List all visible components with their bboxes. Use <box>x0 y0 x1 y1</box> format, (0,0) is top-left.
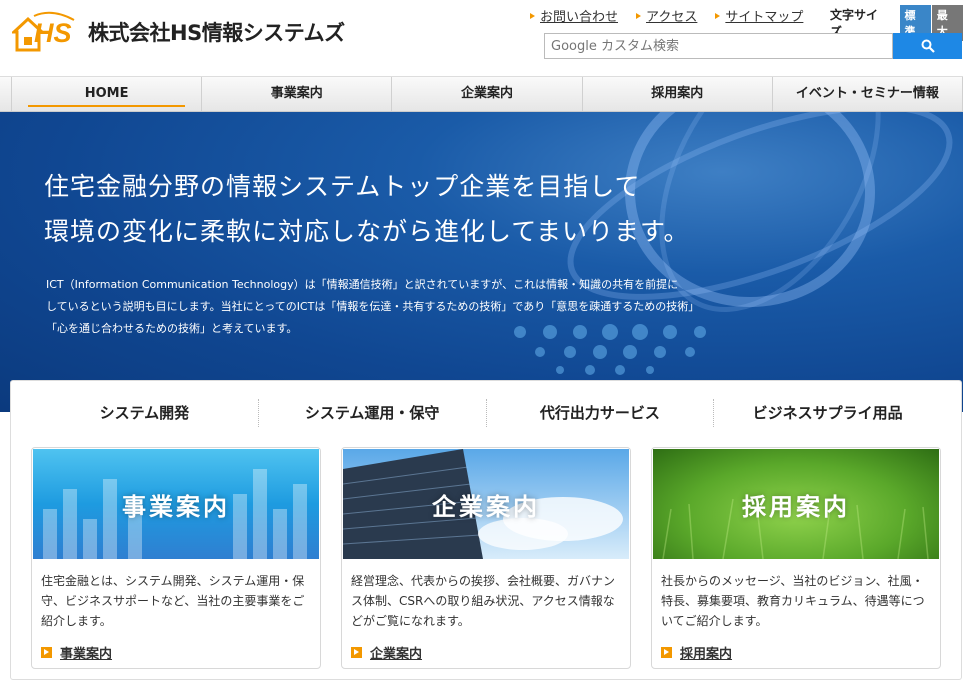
logo[interactable]: HS 株式会社HS情報システムズ <box>10 10 345 54</box>
service-output-agency[interactable]: 代行出力サービス <box>485 399 714 427</box>
nav-recruit[interactable]: 採用案内 <box>581 77 772 111</box>
logo-mark-text: HS <box>34 18 72 48</box>
service-menu: システム開発 システム運用・保守 代行出力サービス ビジネスサプライ用品 <box>31 399 941 427</box>
nav-company[interactable]: 企業案内 <box>391 77 581 111</box>
nav-home[interactable]: HOME <box>11 77 201 111</box>
search-button[interactable] <box>893 33 962 59</box>
hero-banner: 住宅金融分野の情報システムトップ企業を目指して 環境の変化に柔軟に対応しながら進… <box>0 112 963 412</box>
service-operation-maintenance[interactable]: システム運用・保守 <box>257 399 486 427</box>
card-image-label: 企業案内 <box>432 492 540 521</box>
card-image[interactable]: 事業案内 <box>33 449 319 559</box>
service-system-development[interactable]: システム開発 <box>31 399 258 427</box>
contact-link[interactable]: お問い合わせ <box>530 6 618 25</box>
main-content: システム開発 システム運用・保守 代行出力サービス ビジネスサプライ用品 事業案… <box>10 380 962 680</box>
card-link-company[interactable]: 企業案内 <box>343 643 629 662</box>
global-nav: HOME 事業案内 企業案内 採用案内 イベント・セミナー情報 <box>0 76 963 112</box>
card-image-label: 採用案内 <box>742 492 850 521</box>
card-image[interactable]: 企業案内 <box>343 449 629 559</box>
arrow-icon <box>715 12 721 19</box>
card-image[interactable]: 採用案内 <box>653 449 939 559</box>
card-description: 社長からのメッセージ、当社のビジョン、社風・特長、募集要項、教育カリキュラム、待… <box>661 574 925 628</box>
search-input[interactable] <box>544 33 893 59</box>
site-header: HS 株式会社HS情報システムズ お問い合わせ アクセス サイトマップ 文字サイ… <box>0 0 963 76</box>
search-icon <box>921 39 935 53</box>
hero-text-line: 「心を通じ合わせるための技術」と考えています。 <box>46 322 298 335</box>
access-link[interactable]: アクセス <box>636 6 697 25</box>
hero-title-line: 住宅金融分野の情報システムトップ企業を目指して <box>44 172 641 201</box>
arrow-icon <box>530 12 535 19</box>
hero-text-line: しているという説明も目にします。当社にとってのICTは「情報を伝達・共有するため… <box>46 300 700 313</box>
utility-links: お問い合わせ アクセス サイトマップ <box>530 6 803 25</box>
card-recruit: 採用案内 社長からのメッセージ、当社のビジョン、社風・特長、募集要項、教育カリキ… <box>651 447 941 669</box>
card-company: 企業案内 経営理念、代表からの挨拶、会社概要、ガバナンス体制、CSRへの取り組み… <box>341 447 631 669</box>
card-link-business[interactable]: 事業案内 <box>33 643 319 662</box>
arrow-icon <box>351 647 362 658</box>
company-name: 株式会社HS情報システムズ <box>88 21 345 45</box>
card-business: 事業案内 住宅金融とは、システム開発、システム運用・保守、ビジネスサポートなど、… <box>31 447 321 669</box>
arrow-icon <box>41 647 52 658</box>
hero-background-graphic <box>514 112 953 375</box>
service-business-supply[interactable]: ビジネスサプライ用品 <box>713 399 941 427</box>
nav-business[interactable]: 事業案内 <box>201 77 391 111</box>
hero-description: ICT（Information Communication Technology… <box>46 274 726 340</box>
card-image-label: 事業案内 <box>122 492 230 521</box>
arrow-icon <box>636 12 642 19</box>
search-form <box>544 33 962 59</box>
arrow-icon <box>661 647 672 658</box>
card-link-recruit[interactable]: 採用案内 <box>653 643 939 662</box>
card-description: 経営理念、代表からの挨拶、会社概要、ガバナンス体制、CSRへの取り組み状況、アク… <box>351 574 616 628</box>
sitemap-link[interactable]: サイトマップ <box>715 6 803 25</box>
house-logo-icon: HS <box>10 10 82 54</box>
hero-title: 住宅金融分野の情報システムトップ企業を目指して 環境の変化に柔軟に対応しながら進… <box>44 164 690 254</box>
nav-events[interactable]: イベント・セミナー情報 <box>771 77 963 111</box>
hero-title-line: 環境の変化に柔軟に対応しながら進化してまいります。 <box>44 217 690 246</box>
card-description: 住宅金融とは、システム開発、システム運用・保守、ビジネスサポートなど、当社の主要… <box>41 574 305 628</box>
hero-text-line: ICT（Information Communication Technology… <box>46 278 679 291</box>
